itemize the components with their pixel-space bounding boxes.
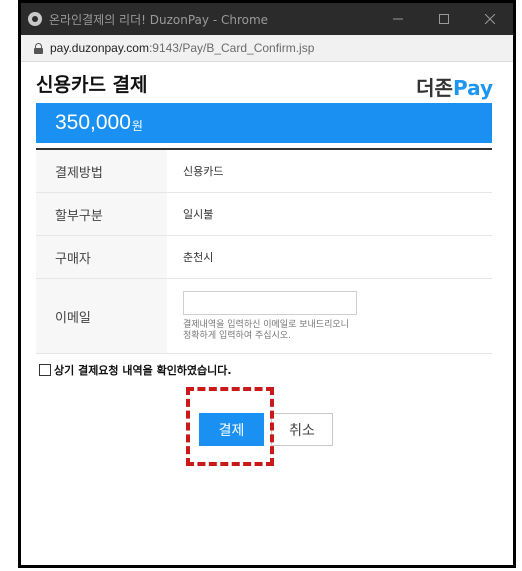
row-label: 할부구분 xyxy=(36,193,167,235)
minimize-button[interactable] xyxy=(375,3,421,35)
page-title: 신용카드 결제 xyxy=(36,74,148,96)
row-label: 이메일 xyxy=(36,279,167,353)
amount-unit: 원 xyxy=(131,119,143,133)
close-icon xyxy=(485,14,495,24)
row-value: 춘천시 xyxy=(183,251,214,264)
email-help-line: 정확하게 입력하여 주십시오. xyxy=(183,330,291,341)
pay-button[interactable]: 결제 xyxy=(199,413,264,446)
url-host: pay.duzonpay.com xyxy=(50,41,149,55)
email-help-line: 결제내역을 입력하신 이메일로 보내드리오니 xyxy=(183,319,349,330)
table-row-email: 이메일 결제내역을 입력하신 이메일로 보내드리오니 정확하게 입력하여 주십시… xyxy=(36,279,492,354)
url-text[interactable]: pay.duzonpay.com:9143/Pay/B_Card_Confirm… xyxy=(50,41,314,55)
page-header: 신용카드 결제 더존Pay xyxy=(21,62,513,102)
row-value: 신용카드 xyxy=(183,165,224,178)
window-controls xyxy=(375,3,513,35)
window-title: 온라인결제의 리더! DuzonPay - Chrome xyxy=(49,12,269,27)
address-bar[interactable]: pay.duzonpay.com:9143/Pay/B_Card_Confirm… xyxy=(21,35,513,62)
row-label: 구매자 xyxy=(36,236,167,278)
table-row: 결제방법 신용카드 xyxy=(36,150,492,193)
chrome-icon xyxy=(28,12,42,26)
browser-popup-window: 온라인결제의 리더! DuzonPay - Chrome pay.duzonpa… xyxy=(18,0,516,568)
url-path: :9143/Pay/B_Card_Confirm.jsp xyxy=(148,41,315,55)
confirm-checkbox[interactable] xyxy=(39,364,51,376)
action-buttons: 결제 취소 xyxy=(21,413,513,448)
row-value: 일시불 xyxy=(183,208,214,221)
cancel-button[interactable]: 취소 xyxy=(271,413,333,446)
confirm-checkbox-row[interactable]: 상기 결제요청 내역을 확인하였습니다. xyxy=(39,362,232,378)
email-cell: 결제내역을 입력하신 이메일로 보내드리오니 정확하게 입력하여 주십시오. xyxy=(167,279,492,353)
lock-icon[interactable] xyxy=(34,42,43,54)
title-bar: 온라인결제의 리더! DuzonPay - Chrome xyxy=(21,3,513,35)
close-button[interactable] xyxy=(467,3,513,35)
table-row: 구매자 춘천시 xyxy=(36,236,492,279)
table-row: 할부구분 일시불 xyxy=(36,193,492,236)
maximize-button[interactable] xyxy=(421,3,467,35)
logo-text: 더존 xyxy=(416,76,453,100)
payment-details-table: 결제방법 신용카드 할부구분 일시불 구매자 춘천시 이메일 결제내역을 입력하… xyxy=(36,148,492,354)
maximize-icon xyxy=(439,14,449,24)
row-label: 결제방법 xyxy=(36,150,167,192)
duzonpay-logo: 더존Pay xyxy=(416,72,493,101)
amount-value: 350,000 xyxy=(55,111,131,134)
amount-bar: 350,000 원 xyxy=(36,103,492,143)
email-help-text: 결제내역을 입력하신 이메일로 보내드리오니 정확하게 입력하여 주십시오. xyxy=(183,320,349,342)
email-field[interactable] xyxy=(183,290,357,315)
logo-pay-text: Pay xyxy=(452,76,493,100)
confirm-label[interactable]: 상기 결제요청 내역을 확인하였습니다. xyxy=(54,362,232,378)
minimize-icon xyxy=(393,18,403,20)
